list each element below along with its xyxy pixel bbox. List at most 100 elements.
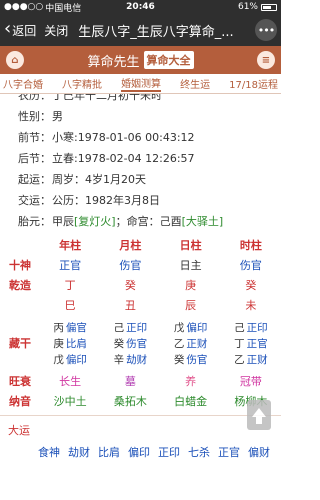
value-nongli: 丁巳年十二月初十未时 bbox=[52, 94, 162, 102]
dayun-title: 大运 bbox=[8, 424, 30, 437]
arrow-stem bbox=[256, 416, 262, 424]
app-header: ⌂ 算命先生 算命大全 ≡ bbox=[0, 46, 281, 74]
row-nayin: 纳音 沙中土 桑拓木 白蜡金 杨柳木 bbox=[0, 391, 281, 411]
dayun-item: 正官 bbox=[218, 446, 240, 459]
home-icon: ⌂ bbox=[11, 54, 19, 66]
more-options-button[interactable]: ••• bbox=[255, 19, 277, 41]
tab-yuncheng[interactable]: 17/18运程 bbox=[229, 76, 278, 91]
canggan-stem: 丙 bbox=[53, 321, 64, 334]
canggan-stem: 戊 bbox=[53, 353, 64, 366]
label-qiandao: 乾造 bbox=[9, 279, 31, 292]
shishen-month: 伤官 bbox=[119, 259, 142, 272]
value-jiaoyun: 公历：1982年3月8日 bbox=[52, 193, 160, 207]
menu-icon: ≡ bbox=[261, 54, 271, 66]
nayin-month: 桑拓木 bbox=[113, 395, 147, 408]
tab-hunyin-cesuan[interactable]: 婚姻测算 bbox=[121, 75, 162, 92]
chevron-left-icon: ‹ bbox=[4, 18, 12, 39]
label-xingbie: 性别： bbox=[18, 109, 51, 123]
battery-icon bbox=[261, 3, 277, 11]
status-bar: ●●●○○ 中国电信 20:46 61% bbox=[0, 0, 281, 14]
tiangan-hour: 癸 bbox=[245, 279, 257, 292]
nayin-year: 沙中土 bbox=[53, 395, 87, 408]
label-canggan: 藏干 bbox=[9, 337, 31, 350]
canggan-month: 己正印 癸伤官 辛劫财 bbox=[100, 320, 160, 367]
shishen-hour: 伤官 bbox=[239, 259, 262, 272]
canggan-stem: 己 bbox=[113, 321, 125, 334]
value-minggong: 己酉 bbox=[159, 214, 182, 228]
label-qiyun: 起运： bbox=[18, 172, 51, 186]
canggan-god: 偏印 bbox=[186, 321, 208, 334]
value-taiyuan-nayin: [复灯火] bbox=[74, 214, 116, 228]
label-nayin: 纳音 bbox=[9, 395, 31, 408]
dayun-item: 偏财 bbox=[248, 446, 270, 459]
canggan-stem: 辛 bbox=[113, 353, 125, 366]
pillar-headers: 年柱 月柱 日柱 时柱 bbox=[0, 235, 281, 255]
dayun-item: 劫财 bbox=[68, 446, 90, 459]
label-wangshuai: 旺衰 bbox=[9, 375, 31, 388]
shishen-day: 日主 bbox=[179, 259, 202, 272]
dayun-item: 食神 bbox=[38, 446, 60, 459]
home-button[interactable]: ⌂ bbox=[6, 51, 24, 69]
info-row-houjie: 后节： 立春:1978-02-04 12:26:57 bbox=[18, 147, 281, 168]
label-nongli: 农历： bbox=[18, 94, 51, 102]
row-canggan: 藏干 丙偏官 庚比肩 戊偏印 己正印 癸伤官 辛劫财 戊偏印 乙正财 癸伤官 己… bbox=[0, 315, 281, 371]
nav-bar: ‹ 返回 关闭 生辰八字_生辰八字算命_... ••• bbox=[0, 14, 281, 46]
wangshuai-day: 养 bbox=[185, 375, 197, 388]
nayin-day: 白蜡金 bbox=[174, 395, 208, 408]
back-button[interactable]: ‹ 返回 bbox=[4, 18, 37, 39]
canggan-god: 偏印 bbox=[65, 353, 87, 366]
info-row-taiyuan: 胎元： 甲辰 [复灯火] ；命宫： 己酉 [大驿土] bbox=[18, 210, 281, 231]
canggan-stem: 丁 bbox=[234, 337, 245, 350]
wangshuai-hour: 冠带 bbox=[239, 375, 262, 388]
scroll-to-top-button[interactable] bbox=[247, 400, 271, 430]
canggan-stem: 乙 bbox=[173, 337, 185, 350]
dizhi-month: 丑 bbox=[124, 299, 136, 312]
info-row-qiyun: 起运： 周岁：4岁1月20天 bbox=[18, 168, 281, 189]
canggan-god: 比肩 bbox=[65, 337, 87, 350]
close-button[interactable]: 关闭 bbox=[44, 22, 68, 39]
tab-bazi-hehun[interactable]: 八字合婚 bbox=[3, 76, 43, 91]
dayun-item: 正印 bbox=[158, 446, 180, 459]
dizhi-year: 巳 bbox=[64, 299, 76, 312]
birth-info: 农历： 丁巳年十二月初十未时 性别： 男 前节： 小寒:1978-01-06 0… bbox=[0, 94, 281, 231]
dayun-list: 食神 劫财 比肩 偏印 正印 七杀 正官 偏财 bbox=[0, 444, 281, 460]
canggan-god: 正官 bbox=[246, 337, 268, 350]
canggan-stem: 乙 bbox=[234, 353, 245, 366]
header-day: 日柱 bbox=[179, 239, 202, 252]
tab-zhongshengyun[interactable]: 终生运 bbox=[180, 76, 210, 91]
clock: 20:46 bbox=[126, 2, 155, 12]
info-row-nongli: 农历： 丁巳年十二月初十未时 bbox=[18, 94, 281, 105]
canggan-stem: 庚 bbox=[53, 337, 64, 350]
canggan-year: 丙偏官 庚比肩 戊偏印 bbox=[40, 320, 100, 367]
bazi-table: 年柱 月柱 日柱 时柱 十神 正官 伤官 日主 伤官 乾造 丁 癸 庚 癸 巳 … bbox=[0, 235, 281, 411]
value-qiyun: 周岁：4岁1月20天 bbox=[52, 172, 146, 186]
canggan-hour: 己正印 丁正官 乙正财 bbox=[221, 320, 281, 367]
canggan-god: 正财 bbox=[186, 337, 208, 350]
canggan-god: 正财 bbox=[246, 353, 268, 366]
label-jiaoyun: 交运： bbox=[18, 193, 51, 207]
canggan-stem: 癸 bbox=[113, 337, 125, 350]
canggan-god: 伤官 bbox=[126, 337, 148, 350]
back-label: 返回 bbox=[12, 23, 37, 38]
label-qianjie: 前节： bbox=[18, 130, 51, 144]
canggan-god: 偏官 bbox=[65, 321, 87, 334]
info-row-qianjie: 前节： 小寒:1978-01-06 00:43:12 bbox=[18, 126, 281, 147]
category-tabs: 八字合婚 八字精批 婚姻测算 终生运 17/18运程 bbox=[0, 74, 281, 94]
app-subtitle: 算命大全 bbox=[143, 51, 194, 69]
header-month: 月柱 bbox=[119, 239, 142, 252]
more-dots-icon: ••• bbox=[257, 23, 275, 37]
header-year: 年柱 bbox=[59, 239, 82, 252]
header-hour: 时柱 bbox=[239, 239, 262, 252]
row-wangshuai: 旺衰 长生 墓 养 冠带 bbox=[0, 371, 281, 391]
value-houjie: 立春:1978-02-04 12:26:57 bbox=[52, 151, 195, 165]
main-content[interactable]: 农历： 丁巳年十二月初十未时 性别： 男 前节： 小寒:1978-01-06 0… bbox=[0, 94, 281, 500]
info-row-jiaoyun: 交运： 公历：1982年3月8日 bbox=[18, 189, 281, 210]
value-xingbie: 男 bbox=[52, 109, 63, 123]
info-row-xingbie: 性别： 男 bbox=[18, 105, 281, 126]
row-tiangan: 乾造 丁 癸 庚 癸 bbox=[0, 275, 281, 295]
canggan-stem: 戊 bbox=[173, 321, 185, 334]
canggan-god: 劫财 bbox=[126, 353, 148, 366]
tab-bazi-jingpi[interactable]: 八字精批 bbox=[62, 76, 102, 91]
menu-button[interactable]: ≡ bbox=[257, 51, 275, 69]
canggan-day: 戊偏印 乙正财 癸伤官 bbox=[161, 320, 221, 367]
